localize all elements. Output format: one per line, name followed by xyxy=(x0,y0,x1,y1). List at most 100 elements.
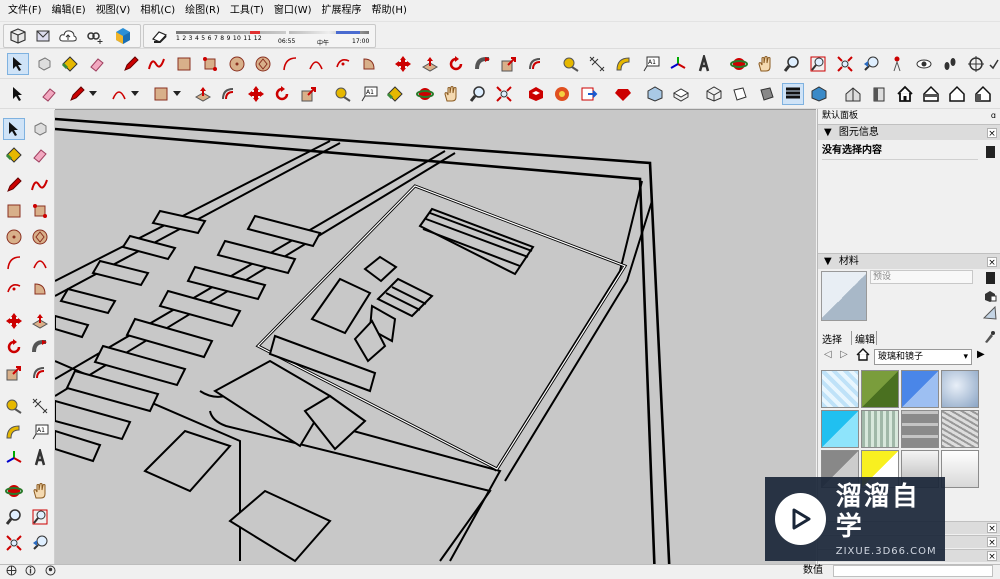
chevron-down-icon[interactable] xyxy=(172,83,182,105)
create-material-icon[interactable] xyxy=(983,289,997,306)
box-3d-icon[interactable] xyxy=(7,25,29,47)
paint-bucket-icon[interactable] xyxy=(384,83,406,105)
materials-header[interactable]: ▼ 材料 × xyxy=(818,253,1000,269)
freehand-icon[interactable] xyxy=(146,53,168,75)
eyedropper-icon[interactable] xyxy=(983,330,995,347)
xray-icon[interactable] xyxy=(703,83,725,105)
pan-icon[interactable] xyxy=(29,480,51,502)
scale-icon[interactable] xyxy=(498,53,520,75)
axes-icon[interactable] xyxy=(667,53,689,75)
menu-camera[interactable]: 相机(C) xyxy=(135,0,180,22)
push-pull-icon[interactable] xyxy=(419,53,441,75)
home-icon[interactable] xyxy=(856,348,870,364)
move-icon[interactable] xyxy=(3,310,25,332)
move-icon[interactable] xyxy=(392,53,414,75)
protractor-icon[interactable] xyxy=(3,421,25,443)
pie-icon[interactable] xyxy=(29,278,51,300)
rectangle-icon[interactable] xyxy=(173,53,195,75)
three-point-arc-icon[interactable] xyxy=(332,53,354,75)
rotate-icon[interactable] xyxy=(445,53,467,75)
scale-icon[interactable] xyxy=(298,83,320,105)
material-swatch[interactable] xyxy=(821,370,859,408)
zoom-icon[interactable] xyxy=(467,83,489,105)
move-icon[interactable] xyxy=(245,83,267,105)
back-view-icon[interactable] xyxy=(946,83,968,105)
zoom-icon[interactable] xyxy=(3,506,25,528)
rectangle-icon[interactable] xyxy=(150,83,172,105)
iso-house-icon[interactable] xyxy=(842,83,864,105)
menu-edit[interactable]: 编辑(E) xyxy=(47,0,91,22)
wireframe-icon[interactable] xyxy=(729,83,751,105)
follow-me-icon[interactable] xyxy=(472,53,494,75)
material-swatch[interactable] xyxy=(941,410,979,448)
tape-measure-icon[interactable] xyxy=(560,53,582,75)
dimension-icon[interactable] xyxy=(29,395,51,417)
close-icon[interactable]: × xyxy=(987,551,997,562)
send-model-icon[interactable] xyxy=(32,25,54,47)
zoom-window-icon[interactable] xyxy=(29,506,51,528)
iso-view-icon[interactable] xyxy=(644,83,666,105)
zoom-extents-icon[interactable] xyxy=(834,53,856,75)
orbit-icon[interactable] xyxy=(414,83,436,105)
left-view-icon[interactable] xyxy=(972,83,994,105)
menu-help[interactable]: 帮助(H) xyxy=(367,0,412,22)
rotate-icon[interactable] xyxy=(271,83,293,105)
eraser-icon[interactable] xyxy=(29,144,51,166)
orbit-icon[interactable] xyxy=(3,480,25,502)
entity-toggle-icon[interactable] xyxy=(986,146,995,158)
push-pull-icon[interactable] xyxy=(192,83,214,105)
arc-icon[interactable] xyxy=(279,53,301,75)
shadows-toggle-icon[interactable] xyxy=(148,25,170,47)
3d-text-icon[interactable] xyxy=(693,53,715,75)
default-material-icon[interactable] xyxy=(982,305,997,323)
freehand-icon[interactable] xyxy=(29,174,51,196)
time-marker[interactable] xyxy=(336,31,360,34)
tape-measure-icon[interactable] xyxy=(3,395,25,417)
menu-window[interactable]: 窗口(W) xyxy=(269,0,317,22)
close-icon[interactable]: × xyxy=(987,537,997,548)
material-swatch[interactable] xyxy=(901,370,939,408)
monochrome-icon[interactable] xyxy=(782,83,804,105)
front-view-icon[interactable] xyxy=(868,83,890,105)
component-icon[interactable] xyxy=(29,118,51,140)
model-viewport[interactable] xyxy=(55,109,816,564)
share-link-icon[interactable] xyxy=(83,25,105,47)
two-point-arc-icon[interactable] xyxy=(305,53,327,75)
circle-icon[interactable] xyxy=(3,226,25,248)
select-arrow-icon[interactable] xyxy=(7,53,29,75)
eraser-icon[interactable] xyxy=(38,83,60,105)
follow-me-icon[interactable] xyxy=(29,336,51,358)
paint-bucket-icon[interactable] xyxy=(3,144,25,166)
zoom-extents-icon[interactable] xyxy=(3,532,25,554)
back-arrow-icon[interactable]: ◁ xyxy=(824,349,832,360)
material-swatch[interactable] xyxy=(861,410,899,448)
material-name-input[interactable]: 预设 xyxy=(870,270,973,284)
menu-view[interactable]: 视图(V) xyxy=(91,0,136,22)
material-swatch[interactable] xyxy=(821,410,859,448)
details-arrow-icon[interactable]: ▶ xyxy=(977,349,985,360)
select-arrow-icon[interactable] xyxy=(7,83,29,105)
extension-warehouse-icon[interactable] xyxy=(112,25,134,47)
material-swatch[interactable] xyxy=(941,450,979,488)
chevron-down-icon[interactable] xyxy=(130,83,140,105)
material-library-select[interactable]: 玻璃和镜子 ▾ xyxy=(874,349,972,365)
offset-icon[interactable] xyxy=(29,362,51,384)
push-pull-icon[interactable] xyxy=(29,310,51,332)
extension-manager-icon[interactable] xyxy=(551,83,573,105)
shaded-textures-icon[interactable] xyxy=(808,83,830,105)
close-icon[interactable]: × xyxy=(987,128,997,139)
entity-info-header[interactable]: ▼ 图元信息 × xyxy=(818,124,1000,140)
circle-icon[interactable] xyxy=(226,53,248,75)
previous-view-icon[interactable] xyxy=(29,532,51,554)
pan-icon[interactable] xyxy=(440,83,462,105)
material-swatch[interactable] xyxy=(901,410,939,448)
tape-measure-icon[interactable] xyxy=(332,83,354,105)
rotate-icon[interactable] xyxy=(3,336,25,358)
paint-bucket-icon[interactable] xyxy=(59,53,81,75)
text-icon[interactable]: A1 xyxy=(358,83,380,105)
top-view-icon[interactable] xyxy=(670,83,692,105)
orbit-icon[interactable] xyxy=(728,53,750,75)
pie-icon[interactable] xyxy=(358,53,380,75)
3d-warehouse-icon[interactable] xyxy=(525,83,547,105)
offset-icon[interactable] xyxy=(218,83,240,105)
